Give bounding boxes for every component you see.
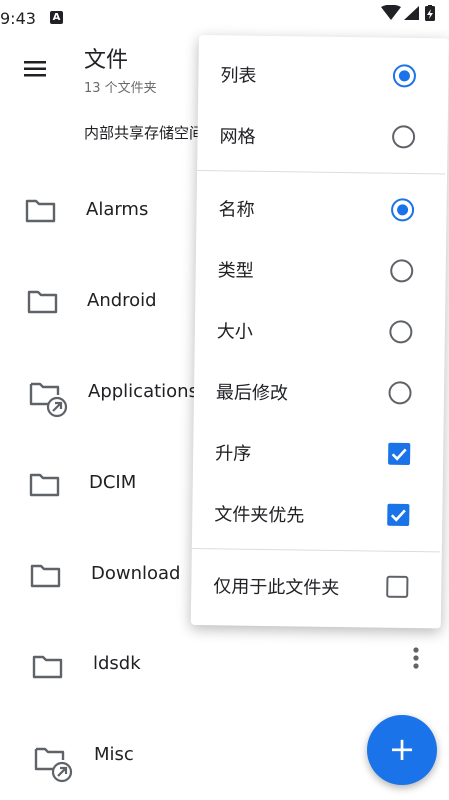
- file-name: Android: [87, 290, 157, 311]
- folder-icon: [29, 473, 60, 497]
- radio-selected-icon[interactable]: [392, 64, 416, 88]
- menu-item-list-view[interactable]: 列表: [198, 43, 447, 106]
- menu-divider: [191, 547, 440, 553]
- folder-icon: [32, 655, 63, 679]
- wifi-icon: [381, 5, 401, 20]
- folder-icon: [25, 199, 56, 223]
- status-bar: 9:43 A: [0, 0, 449, 36]
- file-item-ldsdk[interactable]: ldsdk: [0, 620, 449, 710]
- menu-item-sort-modified[interactable]: 最后修改: [194, 360, 443, 423]
- radio-unselected-icon[interactable]: [389, 320, 413, 344]
- radio-unselected-icon[interactable]: [391, 125, 416, 149]
- file-name: Misc: [94, 744, 134, 765]
- menu-item-grid-view[interactable]: 网格: [197, 104, 446, 167]
- menu-item-sort-type[interactable]: 类型: [195, 238, 444, 301]
- plus-icon: +: [388, 730, 416, 768]
- signal-icon: [404, 6, 419, 20]
- file-name: Alarms: [86, 199, 149, 220]
- file-name: Download: [91, 563, 181, 584]
- notification-badge: A: [50, 11, 63, 24]
- menu-item-label: 名称: [218, 199, 255, 221]
- folder-link-icon: [34, 747, 73, 783]
- menu-item-label: 仅用于此文件夹: [213, 576, 340, 600]
- more-options-icon[interactable]: [406, 646, 426, 672]
- folder-icon: [30, 564, 61, 588]
- menu-item-folders-first[interactable]: 文件夹优先: [192, 482, 441, 545]
- file-name: DCIM: [89, 472, 137, 493]
- radio-unselected-icon[interactable]: [388, 381, 412, 405]
- folder-link-icon: [29, 382, 68, 418]
- checkbox-checked-icon[interactable]: [387, 442, 411, 466]
- file-name: ldsdk: [93, 653, 141, 674]
- menu-item-label: 升序: [215, 443, 252, 465]
- menu-item-label: 大小: [216, 321, 254, 343]
- status-time: 9:43: [0, 9, 36, 28]
- view-options-menu: 列表 网格 名称 类型 大小 最后修改 升序 文件夹优先 仅用于此文件夹: [190, 35, 449, 629]
- checkbox-checked-icon[interactable]: [386, 503, 410, 527]
- menu-item-label: 最后修改: [215, 382, 289, 405]
- menu-divider: [197, 169, 446, 175]
- radio-selected-icon[interactable]: [390, 198, 415, 222]
- menu-item-label: 文件夹优先: [214, 504, 305, 527]
- menu-icon[interactable]: [24, 60, 50, 80]
- menu-item-this-folder-only[interactable]: 仅用于此文件夹: [191, 554, 440, 617]
- app-title: 文件: [84, 48, 129, 73]
- menu-item-ascending[interactable]: 升序: [193, 421, 442, 484]
- menu-item-label: 网格: [219, 126, 256, 148]
- add-fab-button[interactable]: +: [367, 715, 437, 785]
- menu-item-label: 类型: [217, 260, 254, 282]
- menu-item-label: 列表: [220, 65, 257, 87]
- menu-item-sort-name[interactable]: 名称: [196, 177, 445, 240]
- status-icons: [381, 5, 435, 21]
- folder-icon: [27, 290, 58, 314]
- file-name: Applications: [88, 381, 198, 402]
- radio-unselected-icon[interactable]: [390, 259, 414, 283]
- folder-count: 13 个文件夹: [84, 81, 157, 96]
- menu-item-sort-size[interactable]: 大小: [194, 299, 443, 362]
- checkbox-unchecked-icon[interactable]: [385, 575, 409, 599]
